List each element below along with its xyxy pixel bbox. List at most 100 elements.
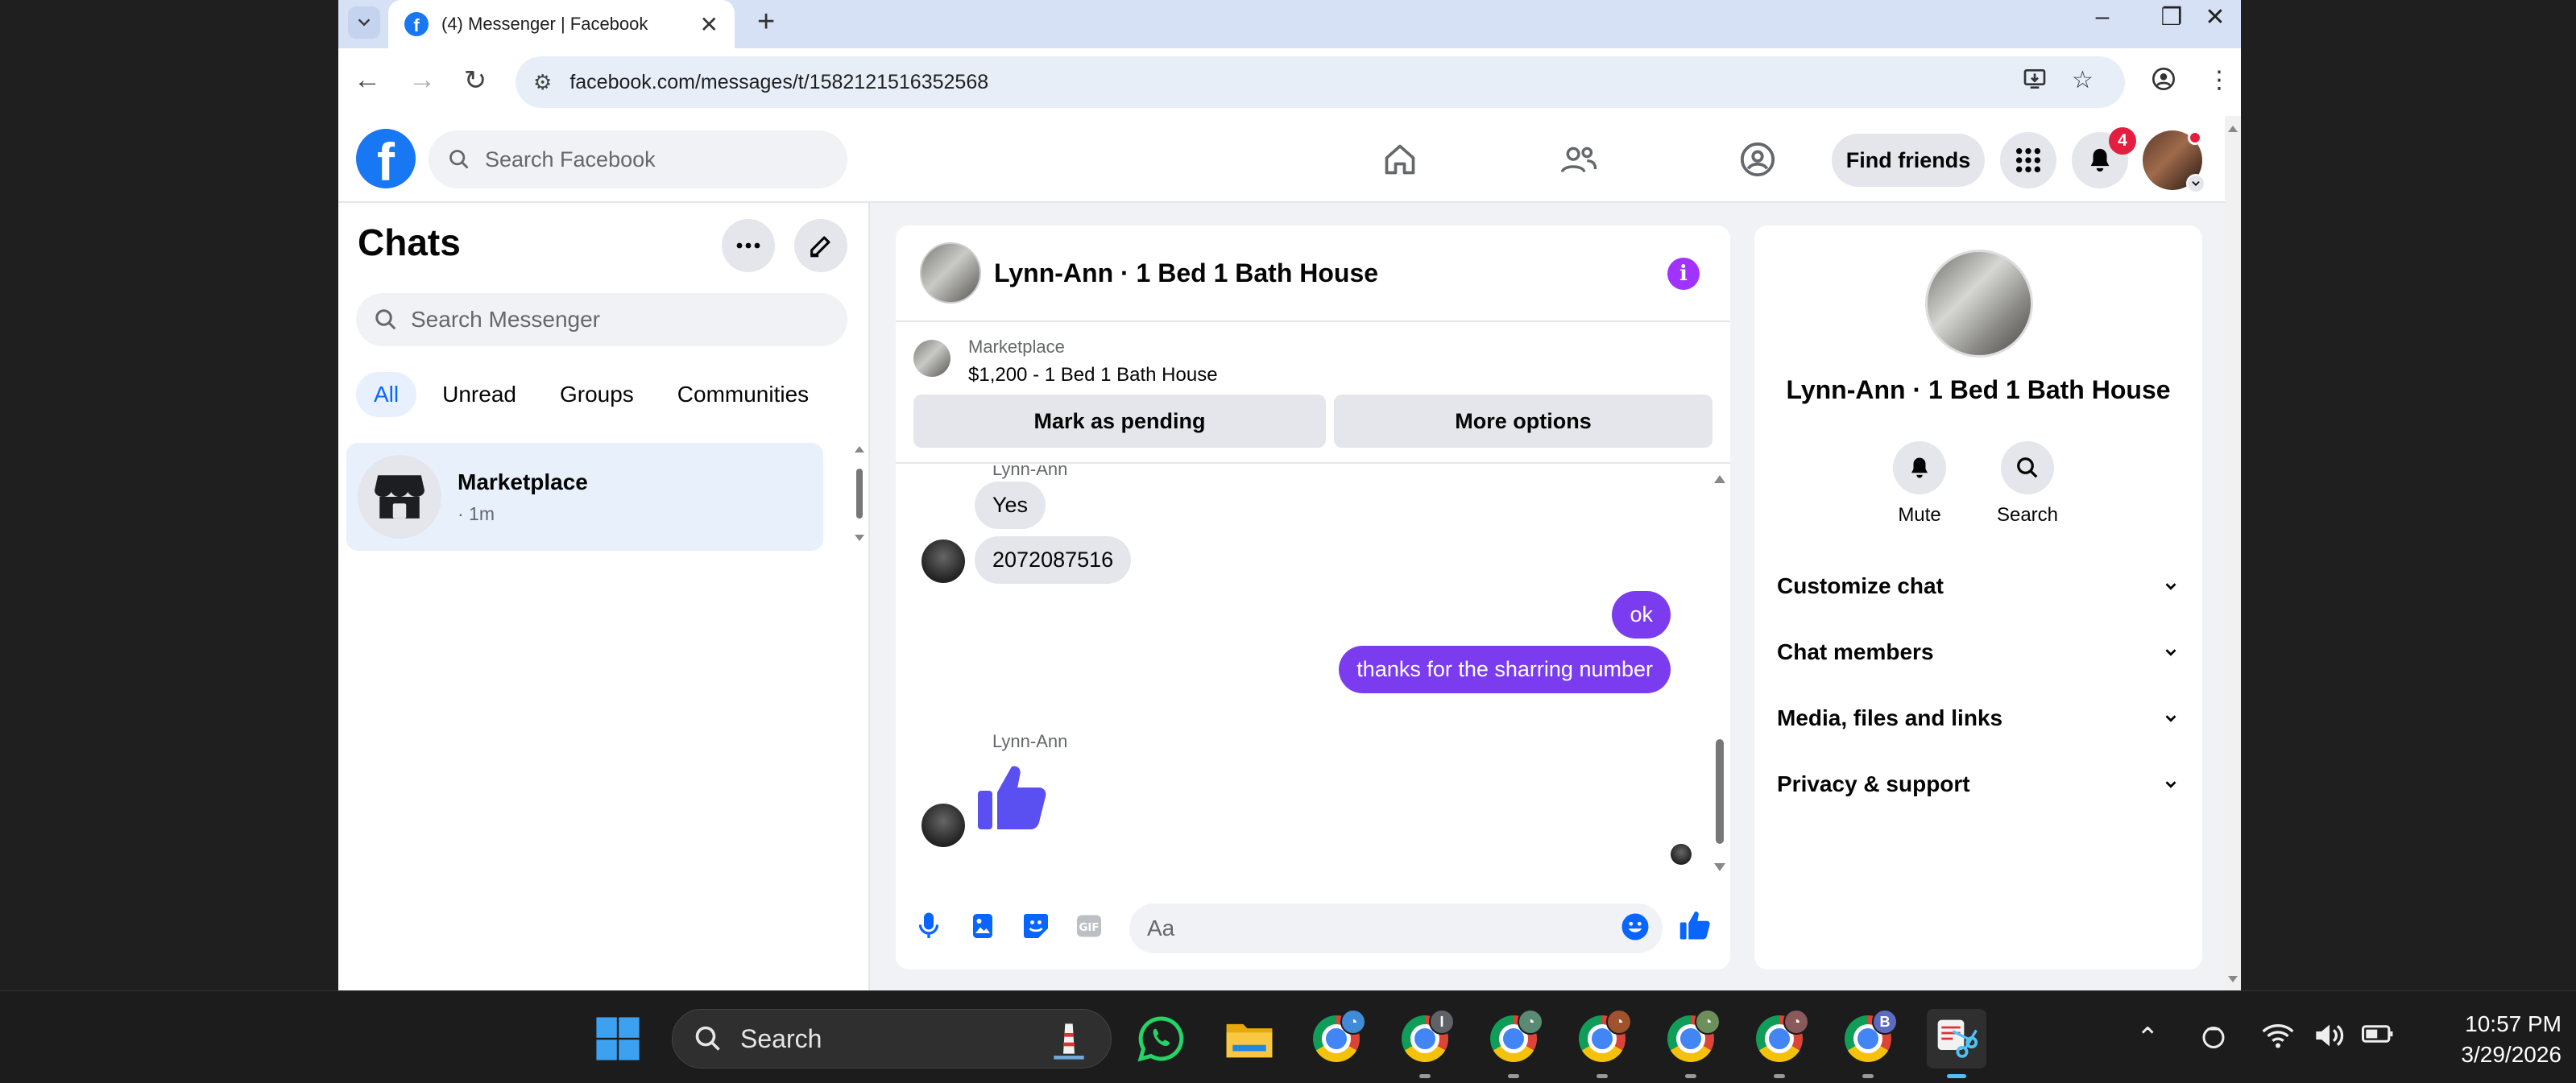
outgoing-message[interactable]: ok [1612,591,1671,639]
file-explorer-app[interactable] [1220,1009,1279,1069]
find-friends-button[interactable]: Find friends [1832,134,1985,187]
chat-options-button[interactable] [722,219,775,272]
chrome-app[interactable]: B [1838,1009,1898,1078]
emoji-icon[interactable] [1621,912,1650,941]
outgoing-message[interactable]: thanks for the sharring number [1339,646,1671,693]
mute-button[interactable]: Mute [1875,441,1964,527]
bell-icon [2090,148,2110,172]
contact-profile-photo[interactable] [1925,250,2033,358]
section-label: Privacy & support [1777,771,1970,796]
running-indicator [1685,1074,1696,1078]
new-message-button[interactable] [794,219,847,272]
whatsapp-app[interactable] [1131,1009,1191,1069]
gif-icon[interactable]: GIF [1075,911,1104,940]
filter-unread[interactable]: Unread [425,372,534,417]
chrome-app[interactable]: ◔ [1572,1009,1632,1078]
notifications-button[interactable]: 4 [2072,127,2136,188]
media-files-links-row[interactable]: Media, files and links [1777,705,2180,731]
facebook-search-input[interactable]: Search Facebook [429,130,847,188]
forward-icon[interactable]: → [404,64,440,96]
address-bar[interactable]: ⚙ facebook.com/messages/t/15821215163525… [516,56,2125,108]
groups-nav-button[interactable] [1729,135,1786,184]
windows-logo-icon [596,1017,640,1060]
svg-text:GIF: GIF [1079,921,1099,934]
chrome-app[interactable]: ◔ [1750,1009,1809,1078]
chrome-icon: ◔ [1667,1009,1721,1062]
message-thread: Lynn-Ann Yes 2072087516 ok thanks for th… [896,465,1709,884]
close-tab-icon[interactable]: ✕ [700,11,719,38]
chat-title[interactable]: Lynn-Ann · 1 Bed 1 Bath House [994,258,1378,288]
system-clock[interactable]: 10:57 PM 3/29/2026 [2417,1009,2562,1070]
menu-button[interactable] [2000,132,2056,188]
bookmark-star-icon[interactable]: ☆ [2072,66,2094,94]
taskbar-search[interactable]: Search [672,1009,1112,1069]
chrome-app[interactable]: I [1395,1009,1455,1078]
site-settings-icon[interactable]: ⚙ [533,70,552,95]
folder-icon [1226,1023,1273,1058]
section-label: Customize chat [1777,573,1944,598]
search-label: Search [1996,504,2059,526]
sender-avatar[interactable] [921,539,965,583]
chat-list-item[interactable]: Marketplace · 1m [346,443,823,551]
chrome-icon: ◔ [1313,1009,1366,1062]
conversation-info-panel: Lynn-Ann · 1 Bed 1 Bath House Mute Searc… [1754,225,2202,969]
profile-icon[interactable] [2151,66,2176,98]
kebab-menu-icon[interactable]: ⋮ [2207,66,2231,94]
thread-scrollbar[interactable] [1709,465,1730,884]
restore-icon[interactable]: ❐ [2147,3,2196,31]
chrome-app[interactable]: ◔ [1484,1009,1543,1078]
microphone-icon[interactable] [917,911,941,940]
windows-taskbar: Search ◔ I ◔ ◔ ◔ ◔ B ⌃ 10:57 PM 3/29/202… [0,990,2576,1083]
snipping-tool-app[interactable] [1927,1009,1986,1078]
info-icon[interactable]: i [1667,258,1700,290]
friends-nav-button[interactable] [1551,135,1607,184]
sidebar-scrollbar[interactable] [854,444,865,557]
more-options-button[interactable]: More options [1334,395,1713,448]
customize-chat-row[interactable]: Customize chat [1777,573,2180,599]
message-input[interactable] [1129,903,1663,953]
like-icon[interactable] [1679,908,1713,942]
minimize-icon[interactable]: – [2078,3,2127,31]
chat-members-row[interactable]: Chat members [1777,639,2180,665]
filter-groups[interactable]: Groups [542,372,652,417]
photo-icon[interactable] [968,911,997,940]
sender-avatar[interactable] [921,804,965,847]
marketplace-avatar [358,455,441,539]
filter-all[interactable]: All [356,372,417,417]
reload-icon[interactable]: ↻ [458,64,493,97]
account-chevron-icon[interactable] [2186,174,2205,193]
contact-avatar[interactable] [920,242,981,304]
listing-title[interactable]: $1,200 - 1 Bed 1 Bath House [968,364,1218,386]
install-app-icon[interactable] [2022,66,2048,98]
sticker-icon[interactable] [1021,911,1050,940]
mark-as-pending-button[interactable]: Mark as pending [913,395,1326,448]
show-hidden-icons[interactable]: ⌃ [2136,1022,2160,1054]
snipping-tool-icon [1937,1019,1978,1058]
search-icon [2017,457,2038,478]
search-icon [449,150,469,169]
compose-icon [810,236,830,258]
home-nav-button[interactable] [1372,135,1428,184]
messenger-search-input[interactable]: Search Messenger [356,293,847,346]
page-scrollbar[interactable] [2225,116,2241,990]
volume-icon[interactable] [2313,1022,2346,1056]
search-in-conversation-button[interactable]: Search [1983,441,2072,527]
close-window-icon[interactable]: ✕ [2191,3,2239,31]
chrome-app[interactable]: ◔ [1661,1009,1721,1078]
wifi-icon[interactable] [2262,1022,2294,1056]
privacy-support-row[interactable]: Privacy & support [1777,771,2180,797]
battery-icon[interactable] [2362,1022,2394,1053]
facebook-logo-icon[interactable]: f [356,129,416,188]
listing-thumbnail[interactable] [913,340,950,377]
incoming-message[interactable]: Yes [975,482,1046,529]
back-icon[interactable]: ← [350,64,385,96]
tab-search-button[interactable] [348,6,380,39]
tab-messenger[interactable]: f (4) Messenger | Facebook ✕ [388,0,735,48]
new-tab-button[interactable]: + [757,5,775,39]
onedrive-icon[interactable] [2199,1022,2228,1058]
incoming-message[interactable]: 2072087516 [975,536,1132,584]
filter-communities[interactable]: Communities [660,372,826,417]
thumbs-up-sticker-icon[interactable] [975,759,1052,836]
chrome-app[interactable]: ◔ [1307,1009,1366,1069]
start-button[interactable] [588,1009,648,1069]
